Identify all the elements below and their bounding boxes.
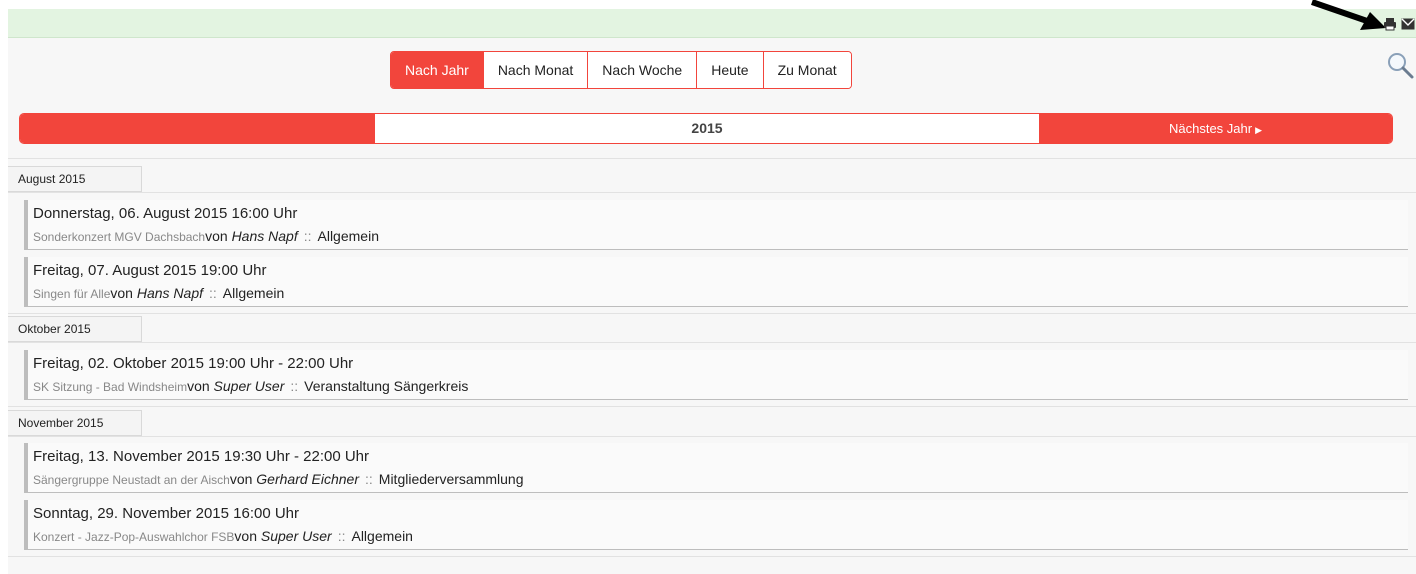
previous-year-area: [20, 114, 375, 143]
event-item: Freitag, 02. Oktober 2015 19:00 Uhr - 22…: [24, 350, 1408, 400]
nav-by-month-button[interactable]: Nach Monat: [483, 52, 589, 88]
event-by: von: [110, 285, 133, 301]
event-title-link[interactable]: Sängergruppe Neustadt an der Aisch: [33, 473, 230, 487]
event-date: Sonntag, 29. November 2015 16:00 Uhr: [33, 505, 300, 522]
nav-by-week-button[interactable]: Nach Woche: [588, 52, 698, 88]
event-by: von: [229, 471, 253, 487]
event-item: Sonntag, 29. November 2015 16:00 Uhr Kon…: [24, 500, 1408, 550]
month-header: November 2015: [8, 410, 142, 436]
event-category: Allgemein: [317, 228, 379, 244]
divider: [8, 436, 1416, 437]
event-meta: SK Sitzung - Bad Windsheimvon Super User…: [33, 378, 1408, 395]
email-icon[interactable]: [1401, 18, 1415, 30]
event-item: Freitag, 13. November 2015 19:30 Uhr - 2…: [24, 443, 1408, 493]
month-header: Oktober 2015: [8, 316, 142, 342]
event-title-link[interactable]: Sonderkonzert MGV Dachsbach: [33, 230, 205, 244]
current-year: 2015: [375, 114, 1039, 143]
event-category: Allgemein: [351, 528, 413, 544]
event-category: Mitgliederversammlung: [378, 471, 524, 487]
print-icon[interactable]: [1383, 17, 1397, 31]
event-author: Hans Napf: [231, 228, 298, 244]
event-title-link[interactable]: Konzert - Jazz-Pop-Auswahlchor FSB: [33, 530, 234, 544]
event-title-link[interactable]: SK Sitzung - Bad Windsheim: [33, 380, 187, 394]
top-strip: [8, 9, 1416, 38]
month-header: August 2015: [8, 166, 142, 192]
event-by: von: [187, 378, 210, 394]
divider: [8, 192, 1416, 193]
nav-by-year-button[interactable]: Nach Jahr: [391, 52, 484, 88]
event-item: Freitag, 07. August 2015 19:00 Uhr Singe…: [24, 257, 1408, 307]
caret-right-icon: ▶: [1255, 125, 1262, 135]
search-icon[interactable]: [1385, 50, 1415, 80]
event-category: Allgemein: [222, 285, 285, 301]
event-author: Super User: [260, 528, 332, 544]
event-title-link[interactable]: Singen für Alle: [33, 287, 110, 301]
event-date: Freitag, 13. November 2015 19:30 Uhr - 2…: [33, 448, 370, 465]
event-by: von: [205, 228, 228, 244]
event-by: von: [234, 528, 257, 544]
event-date: Donnerstag, 06. August 2015 16:00 Uhr: [33, 205, 298, 222]
event-separator: ::: [365, 471, 373, 487]
event-separator: ::: [209, 285, 217, 301]
next-year-button[interactable]: Nächstes Jahr ▶: [1039, 114, 1392, 143]
event-separator: ::: [303, 228, 312, 244]
event-meta: Konzert - Jazz-Pop-Auswahlchor FSBvon Su…: [33, 528, 1408, 545]
event-meta: Singen für Allevon Hans Napf:: Allgemein: [33, 285, 1408, 302]
event-meta: Sängergruppe Neustadt an der Aischvon Ge…: [33, 471, 1408, 488]
event-separator: ::: [290, 378, 299, 394]
event-author: Hans Napf: [136, 285, 204, 301]
event-meta: Sonderkonzert MGV Dachsbachvon Hans Napf…: [33, 228, 1408, 245]
nav-today-button[interactable]: Heute: [697, 52, 764, 88]
next-year-label: Nächstes Jahr: [1168, 121, 1253, 136]
event-category: Veranstaltung Sängerkreis: [304, 378, 469, 394]
nav-goto-month-button[interactable]: Zu Monat: [763, 52, 851, 88]
view-switcher: Nach Jahr Nach Monat Nach Woche Heute Zu…: [390, 51, 852, 89]
event-author: Gerhard Eichner: [256, 471, 359, 487]
event-item: Donnerstag, 06. August 2015 16:00 Uhr So…: [24, 200, 1408, 250]
divider: [8, 158, 1416, 159]
divider: [8, 406, 1416, 407]
year-navigation: 2015 Nächstes Jahr ▶: [19, 113, 1393, 144]
divider: [8, 313, 1416, 314]
divider: [8, 342, 1416, 343]
event-date: Freitag, 02. Oktober 2015 19:00 Uhr - 22…: [33, 355, 354, 372]
divider: [8, 556, 1416, 557]
event-author: Super User: [213, 378, 285, 394]
event-separator: ::: [337, 528, 346, 544]
event-date: Freitag, 07. August 2015 19:00 Uhr: [33, 262, 267, 279]
pointer-arrow-icon: [1311, 0, 1386, 30]
